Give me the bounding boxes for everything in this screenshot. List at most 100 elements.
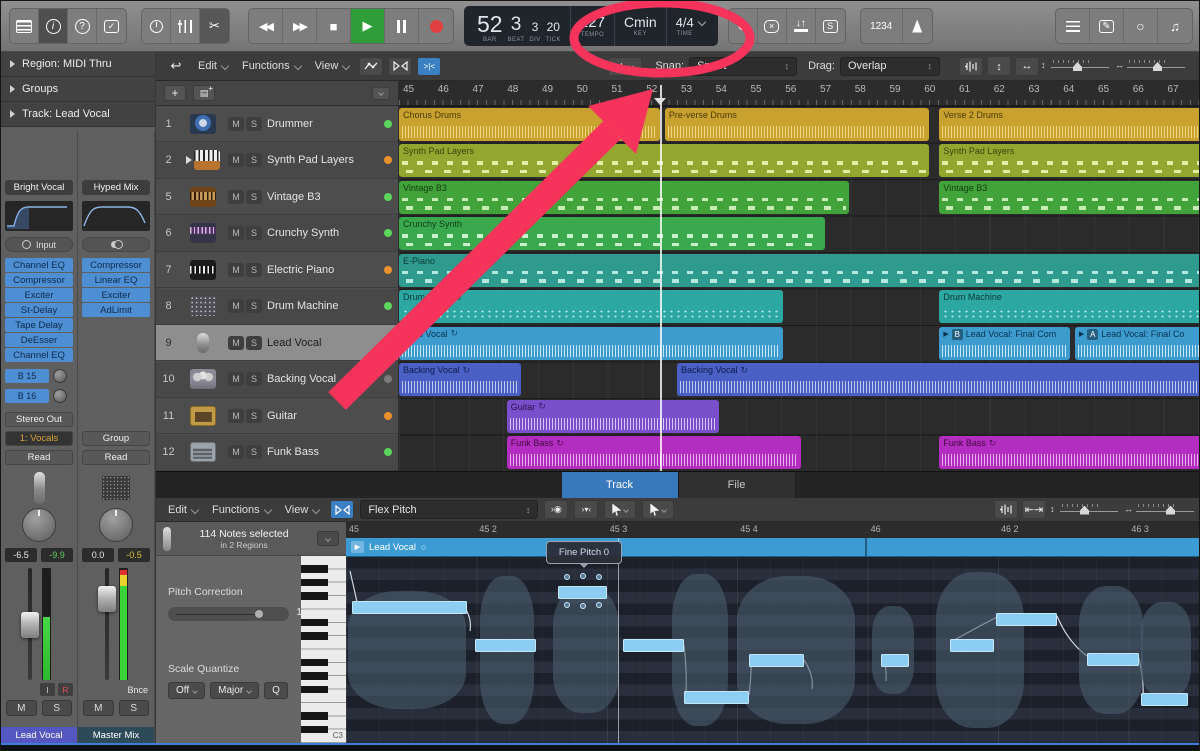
region-e-piano[interactable]: E-Piano bbox=[399, 253, 1199, 287]
eq-thumbnail[interactable] bbox=[5, 201, 73, 231]
plugin-slot[interactable]: DeEsser bbox=[5, 333, 73, 347]
volume-fader[interactable] bbox=[97, 568, 116, 680]
black-key[interactable] bbox=[301, 712, 328, 720]
automation-button[interactable] bbox=[359, 56, 384, 76]
volume-value[interactable]: 0.0 bbox=[82, 548, 114, 562]
add-track-button[interactable]: + bbox=[164, 85, 186, 101]
menu-view[interactable]: View bbox=[310, 56, 355, 76]
horizontal-zoom-slider[interactable]: ↔ bbox=[1124, 503, 1194, 517]
region-synth-pad-layers[interactable]: Synth Pad Layers bbox=[399, 144, 930, 177]
solo-mode-button[interactable]: S bbox=[816, 9, 845, 43]
eq-thumbnail[interactable] bbox=[82, 201, 150, 231]
solo-button[interactable]: S bbox=[246, 262, 262, 277]
region-crunchy-synth[interactable]: Crunchy Synth bbox=[399, 217, 825, 250]
black-key[interactable] bbox=[301, 658, 328, 667]
menu-functions[interactable]: Functions bbox=[237, 56, 306, 76]
group-button[interactable]: 1: Vocals bbox=[5, 431, 73, 446]
region-vintage-b3[interactable]: Vintage B3 bbox=[939, 180, 1199, 214]
editor-playhead[interactable] bbox=[618, 538, 619, 743]
region-backing-vocal[interactable]: Backing Vocal ↻ bbox=[399, 363, 521, 396]
duplicate-track-button[interactable]: ▤ + bbox=[193, 84, 215, 101]
region-lead-vocal-final-co[interactable]: ▶ A Lead Vocal: Final Co bbox=[1074, 326, 1199, 360]
region-drum-machine[interactable]: Drum Machine bbox=[399, 290, 784, 323]
track-row-vintage-b3[interactable]: 5 M S Vintage B3 bbox=[156, 179, 398, 215]
input-monitor-button[interactable]: I bbox=[40, 683, 55, 696]
menu-edit[interactable]: Edit bbox=[163, 500, 203, 520]
region-inspector-header[interactable]: Region: MIDI Thru bbox=[1, 52, 155, 77]
track-row-synth-pad-layers[interactable]: 2 M S Synth Pad Layers bbox=[156, 142, 398, 179]
region-lead-vocal-final-com[interactable]: ▶ B Lead Vocal: Final Com bbox=[939, 326, 1070, 360]
mute-button[interactable]: M bbox=[228, 299, 244, 313]
track-header-options-button[interactable] bbox=[372, 86, 390, 100]
black-key[interactable] bbox=[301, 578, 328, 587]
media-browser-button[interactable]: ♫ bbox=[1158, 9, 1192, 43]
flex-pitch-note[interactable] bbox=[749, 654, 804, 667]
bounce-button[interactable]: Bnce bbox=[125, 683, 150, 696]
loop-browser-button[interactable]: ○ bbox=[1124, 9, 1158, 43]
solo-button[interactable]: S bbox=[41, 700, 72, 716]
send-knob[interactable] bbox=[53, 368, 67, 383]
fader-handle[interactable] bbox=[20, 612, 39, 638]
horizontal-fit-button[interactable]: ⇤⇥ bbox=[1022, 500, 1046, 519]
solo-button[interactable]: S bbox=[246, 408, 262, 423]
autopunch-button[interactable]: × bbox=[758, 9, 787, 43]
cycle-button[interactable]: ↻ bbox=[729, 9, 758, 43]
flex-button[interactable] bbox=[388, 56, 413, 76]
lcd-time-signature[interactable]: 4/4 TIME bbox=[667, 6, 714, 46]
metronome-button[interactable] bbox=[903, 9, 932, 43]
plugin-slot[interactable]: Linear EQ bbox=[82, 273, 150, 287]
region-pre-verse-drums[interactable]: Pre-verse Drums bbox=[664, 107, 930, 141]
mute-button[interactable]: M bbox=[228, 116, 244, 131]
pointer-tool-button[interactable]: + bbox=[608, 56, 643, 76]
plugin-slot[interactable]: St-Delay bbox=[5, 303, 73, 317]
region-backing-vocal[interactable]: Backing Vocal ↻ bbox=[677, 363, 1199, 396]
plugin-slot[interactable]: Channel EQ bbox=[5, 258, 73, 272]
mute-button[interactable]: M bbox=[228, 262, 244, 277]
scale-type-select[interactable]: Major bbox=[210, 682, 260, 699]
menu-view[interactable]: View bbox=[280, 500, 325, 520]
flex-pitch-note[interactable] bbox=[881, 654, 909, 667]
flex-pitch-note[interactable] bbox=[1141, 693, 1188, 706]
mute-button[interactable]: M bbox=[228, 372, 244, 386]
flex-mode-select[interactable]: Flex Pitch ↕ bbox=[360, 500, 539, 519]
flex-pitch-note[interactable] bbox=[558, 586, 607, 599]
drag-select[interactable]: Overlap ↕ bbox=[839, 56, 940, 76]
pan-knob[interactable] bbox=[99, 508, 133, 542]
editors-button[interactable]: ✂ bbox=[200, 9, 229, 43]
lcd-tempo[interactable]: 127 TEMPO bbox=[571, 6, 615, 46]
note-edit-handle[interactable] bbox=[596, 602, 602, 608]
strip-setting-button[interactable]: Hyped Mix bbox=[82, 180, 150, 195]
region-funk-bass[interactable]: Funk Bass ↻ bbox=[939, 436, 1199, 469]
mute-button[interactable]: M bbox=[6, 700, 37, 716]
secondary-tool-select[interactable] bbox=[642, 500, 675, 519]
track-row-electric-piano[interactable]: 7 M S Electric Piano bbox=[156, 252, 398, 288]
volume-fader[interactable] bbox=[20, 568, 39, 680]
strip-setting-button[interactable]: Bright Vocal bbox=[5, 180, 73, 195]
solo-button[interactable]: S bbox=[246, 372, 262, 386]
plugin-slot[interactable]: Exciter bbox=[5, 288, 73, 302]
punch-button[interactable]: ↓↑ bbox=[787, 9, 816, 43]
black-key[interactable] bbox=[301, 725, 328, 734]
flex-pitch-note[interactable] bbox=[1087, 653, 1139, 666]
track-row-crunchy-synth[interactable]: 6 M S Crunchy Synth bbox=[156, 215, 398, 252]
library-button[interactable] bbox=[10, 9, 39, 43]
solo-button[interactable]: S bbox=[246, 226, 262, 240]
black-key[interactable] bbox=[301, 632, 328, 640]
track-row-guitar[interactable]: 11 M S Guitar bbox=[156, 398, 398, 434]
send-knob[interactable] bbox=[53, 388, 67, 403]
pan-knob[interactable] bbox=[22, 508, 56, 542]
automation-mode-button[interactable]: Read bbox=[5, 450, 73, 465]
record-button[interactable] bbox=[419, 9, 453, 43]
region-synth-pad-layers[interactable]: Synth Pad Layers bbox=[939, 144, 1199, 177]
editor-region-header[interactable]: ▶ Lead Vocal ○ bbox=[346, 538, 1199, 557]
vertical-zoom-slider[interactable]: ↕ bbox=[1050, 503, 1118, 517]
plugin-slot[interactable]: Compressor bbox=[82, 258, 150, 272]
pitch-correction-slider[interactable]: 100 bbox=[168, 607, 313, 621]
slider-knob[interactable] bbox=[255, 610, 263, 618]
stereo-input-button[interactable] bbox=[82, 237, 150, 252]
plugin-slot[interactable]: Exciter bbox=[82, 288, 150, 302]
vertical-zoom-slider[interactable]: ↕ bbox=[1041, 59, 1109, 73]
solo-button[interactable]: S bbox=[246, 189, 262, 204]
plugin-slot[interactable]: AdLimit bbox=[82, 303, 150, 317]
flex-pitch-note[interactable] bbox=[475, 639, 536, 652]
